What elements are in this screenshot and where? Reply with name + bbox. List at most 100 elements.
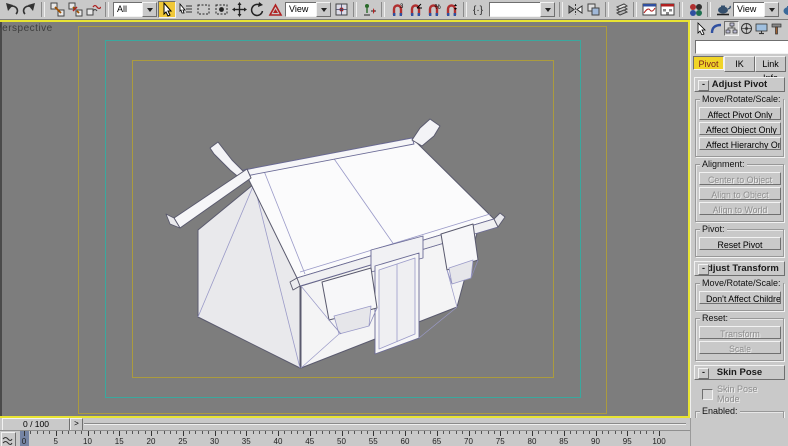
use-pivot-point-center-button[interactable] [332, 1, 350, 18]
toolbar-separator [707, 2, 711, 17]
ruler-tick [545, 431, 546, 434]
ruler-tick [132, 431, 133, 434]
ruler-tick [367, 431, 368, 434]
ruler-tick [68, 431, 69, 434]
ruler-tick [469, 431, 470, 436]
tab-display[interactable] [754, 21, 769, 36]
ruler-tick [113, 431, 114, 434]
object-name-field[interactable] [695, 40, 788, 54]
ruler-tick [449, 431, 450, 434]
spinner-snap-toggle-button[interactable] [442, 1, 460, 18]
ruler-tick [589, 431, 590, 434]
window-crossing-button[interactable] [212, 1, 230, 18]
group-label: Enabled: [700, 406, 740, 416]
quick-render-button[interactable] [780, 1, 788, 18]
tab-motion[interactable] [739, 21, 754, 36]
ruler-tick [62, 431, 63, 434]
ruler-tick [291, 431, 292, 434]
rollout-header-skin-pose[interactable]: - Skin Pose [694, 365, 785, 380]
unlink-selection-button[interactable] [66, 1, 84, 18]
percent-snap-toggle-button[interactable]: % [424, 1, 442, 18]
dont-affect-children-button[interactable]: Don't Affect Children [699, 291, 781, 304]
render-type-dropdown[interactable]: View [733, 2, 779, 17]
subtab-ik[interactable]: IK [724, 56, 755, 72]
time-slider-track[interactable] [84, 423, 686, 425]
ruler-tick [278, 431, 279, 436]
ruler-tick [272, 431, 273, 434]
ruler-tick-label: 35 [242, 437, 251, 446]
bottom-right-filler [690, 418, 788, 446]
dropdown-arrow-icon[interactable] [142, 2, 157, 17]
select-and-move-button[interactable] [230, 1, 248, 18]
track-bar-ruler[interactable]: 0510152025303540455055606570758085909510… [0, 431, 690, 446]
tab-utilities[interactable] [769, 21, 784, 36]
dropdown-arrow-icon[interactable] [540, 2, 555, 17]
subtab-link-info[interactable]: Link Info [755, 56, 786, 72]
ruler-tick [570, 431, 571, 434]
affect-hierarchy-only-button[interactable]: Affect Hierarchy Only [699, 137, 781, 150]
align-to-object-button: Align to Object [699, 187, 781, 200]
affect-object-only-button[interactable]: Affect Object Only [699, 122, 781, 135]
ruler-tick [107, 431, 108, 434]
hierarchy-subtabs: Pivot IK Link Info [691, 55, 788, 73]
reset-pivot-button[interactable]: Reset Pivot [699, 237, 781, 250]
tab-modify[interactable] [709, 21, 724, 36]
ruler-tick [259, 431, 260, 434]
ruler-tick [208, 431, 209, 434]
selection-filter-dropdown[interactable]: All [113, 2, 157, 17]
collapse-icon[interactable]: - [698, 80, 709, 91]
viewport-perspective[interactable]: Perspective [0, 20, 690, 418]
select-object-button[interactable] [158, 1, 176, 18]
checkbox-label: Skin Pose Mode [717, 384, 781, 404]
ruler-tick [246, 431, 247, 436]
ruler-tick-label: 10 [83, 437, 92, 446]
subtab-pivot[interactable]: Pivot [693, 56, 724, 70]
ruler-tick-label: 80 [528, 437, 537, 446]
edit-named-selection-sets-button[interactable]: {·} [470, 1, 488, 18]
collapse-icon[interactable]: - [698, 264, 709, 275]
material-editor-button[interactable] [686, 1, 704, 18]
named-selection-sets-dropdown[interactable] [489, 2, 555, 17]
track-bar[interactable]: 0510152025303540455055606570758085909510… [0, 430, 690, 446]
mirror-button[interactable] [566, 1, 584, 18]
ruler-tick [507, 431, 508, 434]
dropdown-arrow-icon[interactable] [764, 2, 779, 17]
select-and-scale-button[interactable] [266, 1, 284, 18]
svg-text:{·}: {·} [473, 5, 484, 16]
ruler-tick [424, 431, 425, 434]
render-type-value: View [733, 2, 764, 17]
align-button[interactable] [584, 1, 602, 18]
layer-manager-button[interactable] [612, 1, 630, 18]
redo-button[interactable] [20, 1, 38, 18]
ruler-tick [399, 431, 400, 434]
tab-hierarchy[interactable] [724, 21, 739, 36]
affect-pivot-only-button[interactable]: Affect Pivot Only [699, 107, 781, 120]
angle-snap-toggle-button[interactable] [406, 1, 424, 18]
schematic-view-button[interactable] [658, 1, 676, 18]
rollout-header-adjust-transform[interactable]: - Adjust Transform [694, 261, 785, 276]
snap-toggle-3d-button[interactable]: 3 [388, 1, 406, 18]
ruler-tick [411, 431, 412, 434]
collapse-icon[interactable]: - [698, 368, 709, 379]
curve-editor-button[interactable] [640, 1, 658, 18]
ruler-tick-label: 15 [115, 437, 124, 446]
rollout-title: Adjust Pivot [712, 79, 767, 90]
rollout-header-adjust-pivot[interactable]: - Adjust Pivot [694, 77, 785, 92]
time-slider[interactable]: 0 / 100 > [0, 418, 690, 430]
rollout-adjust-pivot: - Adjust Pivot Move/Rotate/Scale: Affect… [694, 77, 785, 257]
select-and-rotate-button[interactable] [248, 1, 266, 18]
toolbar-separator [679, 2, 683, 17]
rectangular-selection-region-button[interactable] [194, 1, 212, 18]
reference-coordinate-system-dropdown[interactable]: View [285, 2, 331, 17]
select-by-name-button[interactable] [176, 1, 194, 18]
select-and-manipulate-button[interactable] [360, 1, 378, 18]
render-setup-button[interactable] [714, 1, 732, 18]
bind-to-space-warp-button[interactable] [84, 1, 102, 18]
house-model[interactable] [0, 22, 688, 416]
tab-create[interactable] [694, 21, 709, 36]
select-and-link-button[interactable] [48, 1, 66, 18]
ruler-tick [297, 431, 298, 434]
undo-button[interactable] [2, 1, 20, 18]
dropdown-arrow-icon[interactable] [316, 2, 331, 17]
ruler-tick-label: 90 [591, 437, 600, 446]
